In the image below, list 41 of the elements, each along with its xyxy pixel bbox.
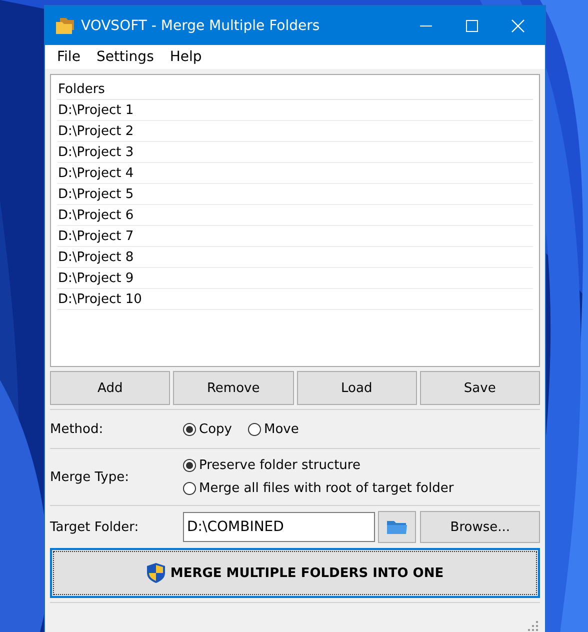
menu-item[interactable]: Settings bbox=[88, 49, 162, 65]
field-label: Merge Type: bbox=[50, 470, 130, 484]
folder-row[interactable]: D:\Project 7 bbox=[57, 226, 533, 247]
menu-item[interactable]: File bbox=[49, 49, 88, 65]
target-folder-field[interactable]: D:\COMBINED bbox=[183, 512, 376, 542]
list-button[interactable]: Load bbox=[296, 371, 417, 405]
folder-icon bbox=[386, 519, 408, 535]
merge-button[interactable]: MERGE MULTIPLE FOLDERS INTO ONE bbox=[50, 548, 540, 598]
menu-item[interactable]: Help bbox=[162, 49, 210, 65]
radio-indicator[interactable] bbox=[248, 422, 261, 436]
radio-option[interactable]: Preserve folder structure bbox=[183, 458, 454, 473]
radio-option[interactable]: Move bbox=[248, 422, 299, 436]
folder-row[interactable]: D:\Project 5 bbox=[57, 184, 533, 205]
folder-row[interactable]: D:\Project 6 bbox=[57, 205, 533, 226]
radio-option[interactable]: Merge all files with root of target folder bbox=[183, 481, 454, 496]
folder-row[interactable]: D:\Project 2 bbox=[57, 121, 533, 142]
list-button[interactable]: Add bbox=[50, 371, 170, 405]
browse-button[interactable]: Browse... bbox=[420, 511, 540, 543]
maximize-icon bbox=[465, 18, 479, 32]
column-header: Folders bbox=[57, 79, 533, 100]
list-button[interactable]: Save bbox=[420, 371, 540, 405]
folder-row[interactable]: D:\Project 9 bbox=[57, 268, 533, 289]
folder-row[interactable]: D:\Project 4 bbox=[57, 163, 533, 184]
folder-button[interactable] bbox=[378, 511, 416, 543]
window-title: VOVSOFT - Merge Multiple Folders bbox=[81, 18, 321, 34]
radio-indicator[interactable] bbox=[183, 459, 196, 472]
resize-grip-icon[interactable] bbox=[528, 621, 538, 631]
close-icon bbox=[511, 18, 525, 32]
radio-indicator[interactable] bbox=[183, 422, 196, 436]
folder-row[interactable]: D:\Project 8 bbox=[57, 247, 533, 268]
shield-icon bbox=[146, 562, 166, 584]
radio-indicator[interactable] bbox=[183, 482, 196, 495]
folder-row[interactable]: D:\Project 1 bbox=[57, 100, 533, 121]
radio-option[interactable]: Copy bbox=[183, 422, 232, 436]
minimize-icon bbox=[420, 24, 432, 26]
field-label: Method: bbox=[50, 422, 104, 436]
folder-row[interactable]: D:\Project 3 bbox=[57, 142, 533, 163]
field-label: Target Folder: bbox=[50, 520, 140, 534]
folder-row[interactable]: D:\Project 10 bbox=[57, 289, 533, 310]
folder-icon bbox=[55, 16, 75, 34]
list-button[interactable]: Remove bbox=[173, 371, 294, 405]
